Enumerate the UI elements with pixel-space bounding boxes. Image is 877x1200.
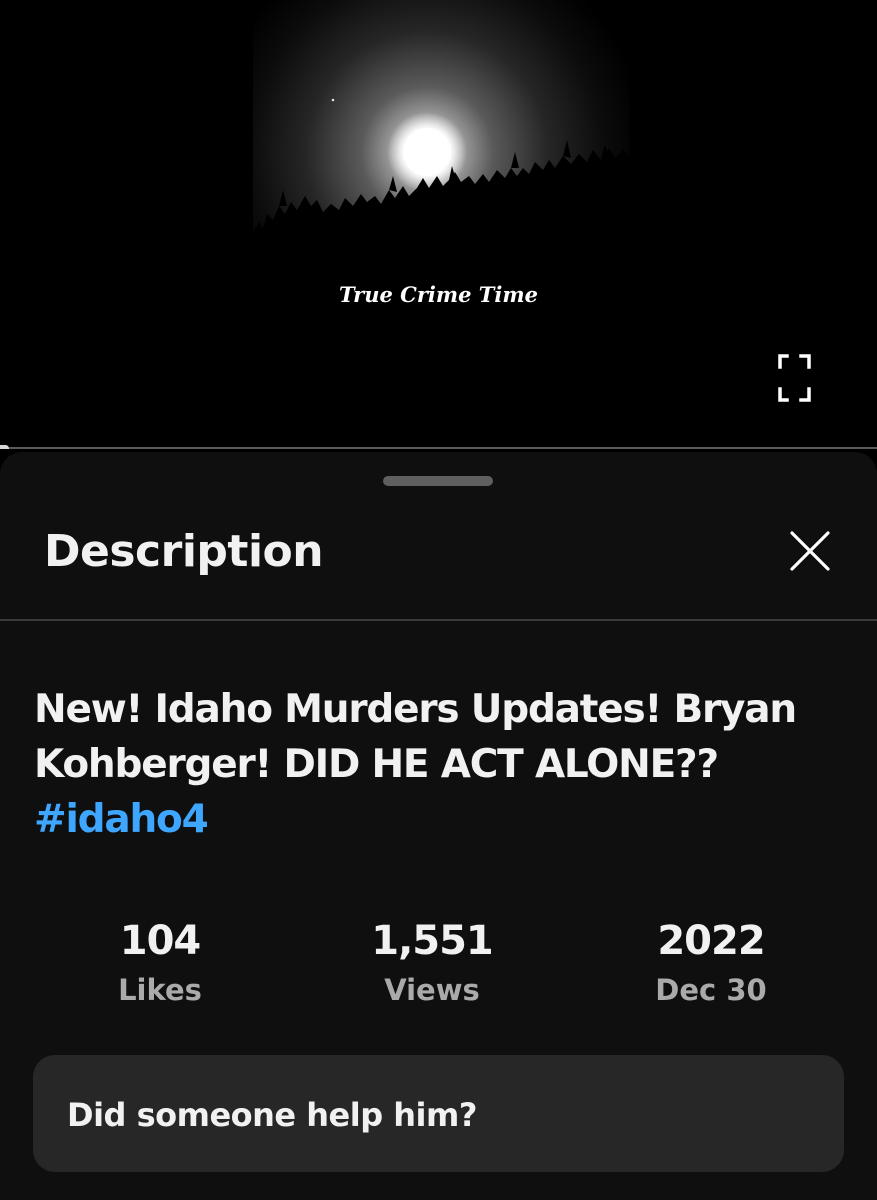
video-title: New! Idaho Murders Updates! Bryan Kohber…	[34, 682, 844, 847]
views-count: 1,551	[371, 918, 494, 964]
views-stat: 1,551 Views	[312, 916, 552, 1010]
upload-year: 2022	[657, 918, 765, 964]
video-thumbnail-moon-over-trees	[253, 0, 629, 288]
close-icon	[790, 531, 830, 571]
likes-label: Likes	[118, 973, 202, 1007]
progress-scrubber-handle[interactable]	[0, 445, 9, 449]
upload-day: Dec 30	[655, 973, 767, 1007]
hashtag-link[interactable]: #idaho4	[34, 797, 209, 842]
header-divider	[0, 619, 877, 621]
video-title-text: New! Idaho Murders Updates! Bryan Kohber…	[34, 687, 797, 787]
description-text: Did someone help him?	[67, 1096, 477, 1134]
description-text-box[interactable]: Did someone help him?	[33, 1055, 844, 1172]
close-button[interactable]	[782, 523, 838, 579]
video-progress-bar[interactable]	[0, 447, 877, 449]
upload-date-stat: 2022 Dec 30	[591, 916, 831, 1010]
sheet-drag-handle[interactable]	[383, 476, 493, 486]
description-panel: Description New! Idaho Murders Updates! …	[0, 452, 877, 1200]
video-caption-text: True Crime Time	[339, 282, 538, 307]
panel-title: Description	[44, 526, 324, 577]
likes-count: 104	[119, 918, 202, 964]
views-label: Views	[384, 973, 480, 1007]
likes-stat: 104 Likes	[40, 916, 280, 1010]
fullscreen-icon	[778, 354, 811, 402]
video-player[interactable]: True Crime Time	[0, 0, 877, 449]
fullscreen-button[interactable]	[772, 350, 816, 406]
